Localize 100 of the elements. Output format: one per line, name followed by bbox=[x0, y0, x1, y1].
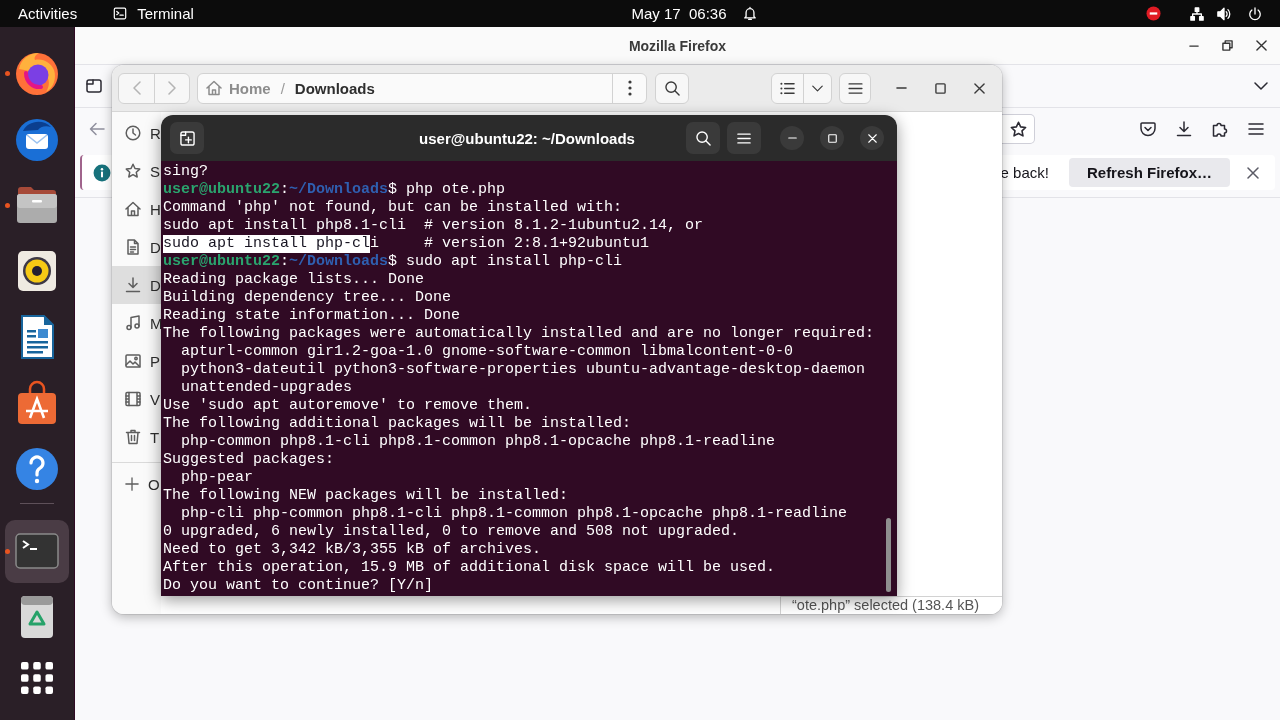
refresh-button[interactable]: Refresh Firefox… bbox=[1068, 158, 1230, 187]
maximize-button[interactable] bbox=[820, 126, 844, 150]
terminal-icon bbox=[113, 7, 128, 20]
app-grid-icon[interactable] bbox=[21, 662, 53, 694]
help-icon[interactable] bbox=[13, 445, 61, 493]
network-icon[interactable] bbox=[1190, 6, 1204, 21]
no-entry-icon[interactable] bbox=[1146, 6, 1161, 21]
terminal-line: After this operation, 15.9 MB of additional disk space will be used. bbox=[163, 559, 776, 577]
bell-icon bbox=[742, 6, 757, 21]
sidebar-item[interactable]: M bbox=[112, 304, 161, 342]
puzzle-icon[interactable] bbox=[1212, 121, 1228, 137]
menu-button[interactable] bbox=[839, 72, 871, 104]
film-icon bbox=[125, 391, 141, 407]
close-icon[interactable] bbox=[974, 82, 985, 94]
active-app-highlight[interactable] bbox=[5, 519, 69, 583]
terminal-line: Reading state information... Done bbox=[163, 307, 461, 325]
address-bar[interactable] bbox=[1002, 114, 1035, 144]
sidebar-item[interactable]: D bbox=[112, 228, 161, 266]
home-icon bbox=[125, 201, 141, 217]
terminal-line: The following NEW packages will be installed: bbox=[163, 487, 569, 505]
minimize-icon bbox=[787, 137, 797, 139]
music-note-icon bbox=[125, 315, 141, 331]
menu-button[interactable] bbox=[727, 122, 761, 154]
clock-icon bbox=[125, 125, 141, 141]
minimize-button[interactable] bbox=[780, 126, 804, 150]
chevron-right-icon bbox=[168, 81, 176, 95]
chevron-left-icon bbox=[132, 81, 141, 95]
terminal-prompt-line: user@ubuntu22:~/Downloads$ sudo apt install php-cli bbox=[163, 253, 623, 271]
clock-button[interactable]: May 17 06:36 bbox=[631, 5, 757, 22]
terminal-line: php-cli php-common php8.1-cli php8.1-common php8.1-opcache php8.1-readline bbox=[180, 505, 848, 523]
terminal-line: Do you want to continue? [Y/n] bbox=[163, 577, 434, 595]
terminal-line: php-common php8.1-cli php8.1-common php8.1-opcache php8.1-readline bbox=[180, 433, 776, 451]
close-icon[interactable] bbox=[1247, 166, 1259, 179]
maximize-icon bbox=[827, 133, 837, 143]
sidebar-item[interactable]: H bbox=[112, 190, 161, 228]
search-icon bbox=[695, 130, 711, 146]
sidebar-item[interactable]: V bbox=[112, 380, 161, 418]
terminal-line: unattended-upgrades bbox=[180, 379, 353, 397]
terminal-line: python3-dateutil python3-software-properties ubuntu-advantage-desktop-daemon bbox=[180, 361, 866, 379]
terminal-line: sing? bbox=[163, 163, 208, 181]
selection-status: “ote.php” selected (138.4 kB) bbox=[780, 596, 1002, 614]
menu-icon bbox=[737, 132, 751, 144]
terminal-line: Suggested packages: bbox=[163, 451, 335, 469]
back-arrow-icon[interactable] bbox=[89, 121, 105, 137]
volume-icon[interactable] bbox=[1217, 6, 1231, 21]
terminal-line: apturl-common gir1.2-goa-1.0 gnome-software-common libmalcontent-0-0 bbox=[180, 343, 794, 361]
search-button[interactable] bbox=[655, 72, 689, 104]
sidebar-item[interactable]: P bbox=[112, 342, 161, 380]
restore-icon[interactable] bbox=[1222, 40, 1233, 51]
download-icon[interactable] bbox=[1176, 121, 1192, 137]
terminal-line: sudo apt install php8.1-cli # version 8.1.2-1ubuntu2.14, or bbox=[163, 217, 704, 235]
window-title: Mozilla Firefox bbox=[628, 37, 727, 54]
window-title: user@ubuntu22: ~/Downloads bbox=[419, 129, 635, 147]
picture-icon bbox=[125, 353, 141, 369]
pocket-icon[interactable] bbox=[1140, 121, 1156, 137]
sidebar-item[interactable]: S bbox=[112, 152, 161, 190]
vertical-dots-icon bbox=[627, 80, 632, 96]
path-separator: / bbox=[280, 79, 285, 97]
trash-icon bbox=[125, 429, 141, 445]
tab-overview-icon[interactable] bbox=[86, 78, 102, 94]
download-icon bbox=[125, 277, 141, 293]
terminal-line: Use 'sudo apt autoremove' to remove them. bbox=[163, 397, 533, 415]
scrollbar[interactable] bbox=[886, 518, 891, 592]
document-icon bbox=[125, 239, 141, 255]
terminal-line: Need to get 3,342 kB/3,355 kB of archives. bbox=[163, 541, 542, 559]
activities-button[interactable]: Activities bbox=[18, 5, 78, 22]
list-icon bbox=[780, 81, 795, 95]
chevron-down-icon[interactable] bbox=[1254, 82, 1268, 90]
close-icon bbox=[867, 133, 877, 143]
sidebar-item[interactable]: O bbox=[112, 465, 161, 503]
star-icon[interactable] bbox=[1009, 120, 1027, 138]
new-tab-icon bbox=[179, 130, 195, 146]
terminal-line: The following packages were automatically installed and are no longer required: bbox=[163, 325, 875, 343]
star-icon bbox=[125, 163, 141, 179]
info-icon bbox=[93, 163, 111, 182]
selected-text: sudo apt install php-cl bbox=[163, 235, 371, 253]
sidebar-item[interactable]: T bbox=[112, 418, 161, 456]
terminal-line: Command 'php' not found, but can be installed with: bbox=[163, 199, 623, 217]
sidebar-item[interactable]: D bbox=[112, 266, 161, 304]
new-tab-button[interactable] bbox=[170, 122, 204, 154]
search-button[interactable] bbox=[686, 122, 720, 154]
terminal-line: 0 upgraded, 6 newly installed, 0 to remove and 508 not upgraded. bbox=[163, 523, 740, 541]
chevron-down-icon bbox=[812, 84, 823, 92]
path-segment[interactable]: Downloads bbox=[294, 79, 375, 97]
plus-icon bbox=[125, 477, 139, 491]
terminal-line: php-pear bbox=[180, 469, 253, 487]
power-icon[interactable] bbox=[1248, 6, 1262, 21]
close-button[interactable] bbox=[860, 126, 884, 150]
menu-icon[interactable] bbox=[1248, 123, 1264, 135]
minimize-icon[interactable] bbox=[1189, 44, 1199, 47]
search-icon bbox=[664, 80, 680, 96]
app-menu[interactable]: Terminal bbox=[113, 5, 194, 22]
terminal-prompt-line: user@ubuntu22:~/Downloads$ php ote.php bbox=[163, 181, 506, 199]
terminal-line: Building dependency tree... Done bbox=[163, 289, 452, 307]
terminal-line: The following additional packages will be installed: bbox=[163, 415, 632, 433]
terminal-line: Reading package lists... Done bbox=[163, 271, 425, 289]
menu-icon bbox=[847, 82, 863, 94]
maximize-icon[interactable] bbox=[935, 82, 946, 94]
close-icon[interactable] bbox=[1256, 40, 1267, 51]
sidebar-item[interactable]: R bbox=[112, 114, 161, 152]
